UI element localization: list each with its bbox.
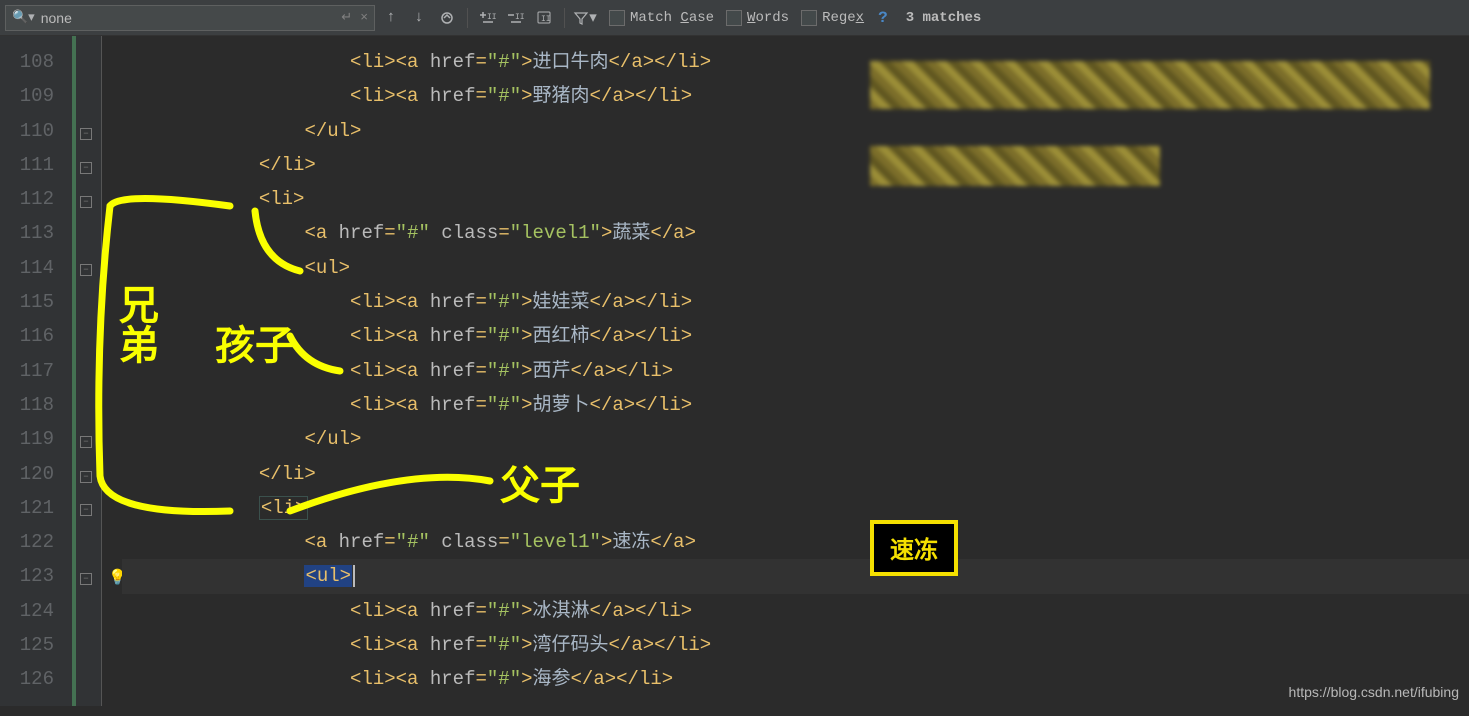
line-number: 110 <box>0 114 72 148</box>
select-all-occurrences-icon[interactable]: II <box>532 6 556 30</box>
vcs-change-bar <box>72 36 76 706</box>
code-line[interactable]: </li> <box>122 148 1469 182</box>
code-line[interactable]: <li><a href="#">海参</a></li> <box>122 662 1469 696</box>
checkbox-icon <box>609 10 625 26</box>
line-number: 120 <box>0 457 72 491</box>
svg-text:II: II <box>541 15 551 24</box>
search-icon: 🔍▾ <box>12 10 35 25</box>
close-icon[interactable]: × <box>360 10 368 25</box>
line-number: 116 <box>0 319 72 353</box>
add-selection-icon[interactable]: II <box>476 6 500 30</box>
line-number: 118 <box>0 388 72 422</box>
prev-match-button[interactable]: ↑ <box>379 6 403 30</box>
match-case-checkbox[interactable]: Match Case <box>609 10 714 26</box>
code-line[interactable]: <li><a href="#">湾仔码头</a></li> <box>122 628 1469 662</box>
code-line[interactable]: <a href="#" class="level1">速冻</a> <box>122 525 1469 559</box>
line-gutter: 1081091101111121131141151161171181191201… <box>0 36 72 706</box>
fold-column: − − − − − − − − 💡 <box>72 36 102 706</box>
line-number: 114 <box>0 251 72 285</box>
line-number: 115 <box>0 285 72 319</box>
search-box[interactable]: 🔍▾ ↵ × <box>5 5 375 31</box>
code-line[interactable]: <li><a href="#">娃娃菜</a></li> <box>122 285 1469 319</box>
code-line[interactable]: <a href="#" class="level1">蔬菜</a> <box>122 216 1469 250</box>
code-line[interactable]: </ul> <box>122 114 1469 148</box>
code-line[interactable]: <li><a href="#">西芹</a></li> <box>122 354 1469 388</box>
help-icon[interactable]: ? <box>878 9 888 27</box>
code-line[interactable]: <li><a href="#">胡萝卜</a></li> <box>122 388 1469 422</box>
code-line[interactable]: <li><a href="#">野猪肉</a></li> <box>122 79 1469 113</box>
fold-toggle[interactable]: − <box>80 264 92 276</box>
filter-icon[interactable]: ▾ <box>573 6 597 30</box>
editor: 1081091101111121131141151161171181191201… <box>0 36 1469 706</box>
code-area[interactable]: <li><a href="#">进口牛肉</a></li> <li><a hre… <box>102 36 1469 706</box>
line-number: 111 <box>0 148 72 182</box>
fold-toggle[interactable]: − <box>80 128 92 140</box>
line-number: 125 <box>0 628 72 662</box>
line-number: 108 <box>0 45 72 79</box>
code-line[interactable]: <li><a href="#">冰淇淋</a></li> <box>122 594 1469 628</box>
fold-toggle[interactable]: − <box>80 162 92 174</box>
words-checkbox[interactable]: Words <box>726 10 789 26</box>
fold-toggle[interactable]: − <box>80 436 92 448</box>
code-line[interactable]: </ul> <box>122 422 1469 456</box>
toolbar-separator <box>467 8 468 28</box>
line-number: 109 <box>0 79 72 113</box>
checkbox-icon <box>801 10 817 26</box>
code-line[interactable]: <li><a href="#">进口牛肉</a></li> <box>122 45 1469 79</box>
search-trail: ↵ × <box>341 10 368 25</box>
code-line[interactable]: <li><a href="#">西红柿</a></li> <box>122 319 1469 353</box>
find-toolbar: 🔍▾ ↵ × ↑ ↓ II II II ▾ Match Case Words R… <box>0 0 1469 36</box>
svg-text:II: II <box>487 13 496 22</box>
code-line[interactable]: <ul> <box>122 251 1469 285</box>
line-number: 126 <box>0 662 72 696</box>
line-number: 121 <box>0 491 72 525</box>
code-line[interactable]: <li> <box>122 491 1469 525</box>
line-number: 124 <box>0 594 72 628</box>
fold-toggle[interactable]: − <box>80 504 92 516</box>
svg-text:II: II <box>515 13 524 22</box>
fold-toggle[interactable]: − <box>80 471 92 483</box>
code-line[interactable]: </li> <box>122 457 1469 491</box>
code-line[interactable]: <li> <box>122 182 1469 216</box>
line-number: 122 <box>0 525 72 559</box>
next-match-button[interactable]: ↓ <box>407 6 431 30</box>
history-icon[interactable]: ↵ <box>341 10 352 25</box>
remove-selection-icon[interactable]: II <box>504 6 528 30</box>
search-input[interactable] <box>41 10 336 26</box>
fold-toggle[interactable]: − <box>80 196 92 208</box>
regex-checkbox[interactable]: Regex <box>801 10 864 26</box>
checkbox-icon <box>726 10 742 26</box>
select-all-icon[interactable] <box>435 6 459 30</box>
code-line[interactable]: <ul> <box>122 559 1469 593</box>
line-number: 112 <box>0 182 72 216</box>
line-number: 119 <box>0 422 72 456</box>
line-number: 113 <box>0 216 72 250</box>
toolbar-separator <box>564 8 565 28</box>
match-count: 3 matches <box>906 10 982 26</box>
fold-toggle[interactable]: − <box>80 573 92 585</box>
line-number: 117 <box>0 354 72 388</box>
line-number: 123 <box>0 559 72 593</box>
